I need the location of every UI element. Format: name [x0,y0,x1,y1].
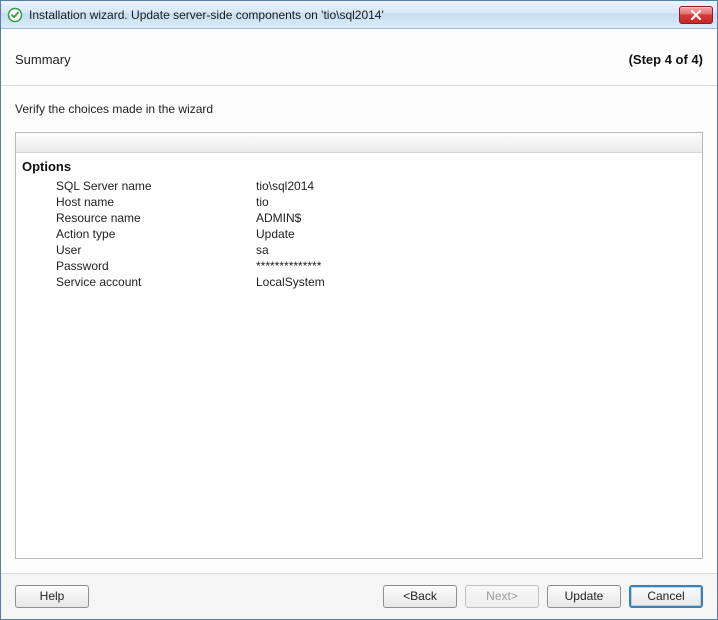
step-indicator: (Step 4 of 4) [629,52,703,67]
close-button[interactable] [679,6,713,24]
back-button[interactable]: <Back [383,585,457,608]
cancel-button[interactable]: Cancel [629,585,703,608]
options-body: Options SQL Server name tio\sql2014 Host… [16,153,702,558]
option-label: Resource name [16,211,246,225]
option-value: sa [246,243,702,257]
next-button: Next> [465,585,539,608]
header-row: Summary (Step 4 of 4) [1,30,717,85]
options-column-header [16,133,702,153]
option-row: Resource name ADMIN$ [16,210,702,226]
option-label: SQL Server name [16,179,246,193]
instruction-text: Verify the choices made in the wizard [1,86,717,126]
option-row: Host name tio [16,194,702,210]
option-label: Service account [16,275,246,289]
client-area: Summary (Step 4 of 4) Verify the choices… [1,29,717,619]
option-row: SQL Server name tio\sql2014 [16,178,702,194]
option-value: LocalSystem [246,275,702,289]
option-value: Update [246,227,702,241]
option-label: Action type [16,227,246,241]
option-row: Action type Update [16,226,702,242]
update-button[interactable]: Update [547,585,621,608]
options-panel: Options SQL Server name tio\sql2014 Host… [15,132,703,559]
option-value: ************** [246,259,702,273]
option-label: Password [16,259,246,273]
option-row: Service account LocalSystem [16,274,702,290]
help-button[interactable]: Help [15,585,89,608]
window-title: Installation wizard. Update server-side … [29,8,679,22]
app-icon [7,7,23,23]
wizard-window: Installation wizard. Update server-side … [0,0,718,620]
option-value: ADMIN$ [246,211,702,225]
option-row: Password ************** [16,258,702,274]
options-group-title: Options [16,157,702,178]
titlebar: Installation wizard. Update server-side … [1,1,717,29]
option-label: Host name [16,195,246,209]
option-label: User [16,243,246,257]
option-row: User sa [16,242,702,258]
button-row: Help <Back Next> Update Cancel [1,573,717,619]
option-value: tio\sql2014 [246,179,702,193]
option-value: tio [246,195,702,209]
page-title: Summary [15,52,71,67]
